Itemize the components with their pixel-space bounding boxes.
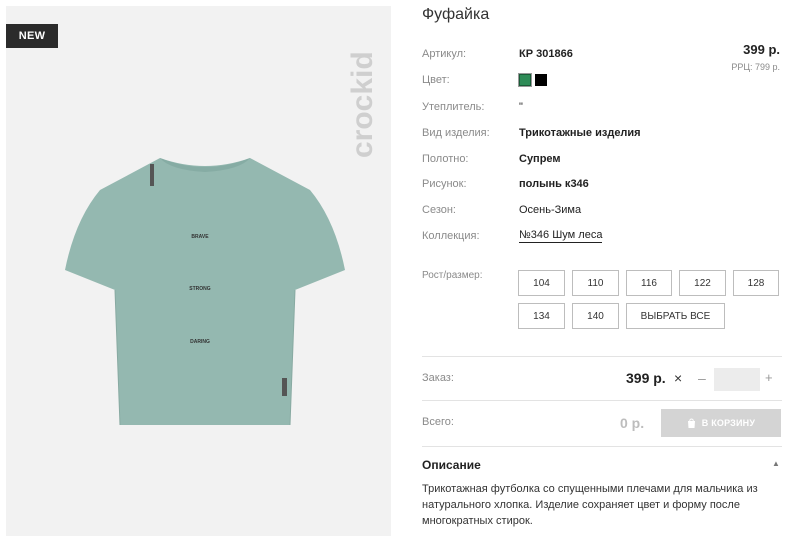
prop-label: Полотно: bbox=[422, 153, 469, 165]
new-badge: NEW bbox=[6, 24, 58, 48]
product-rrp: РРЦ: 799 р. bbox=[731, 62, 780, 72]
order-price: 399 р. bbox=[626, 370, 666, 386]
prop-label: Артикул: bbox=[422, 48, 467, 60]
quantity-decrease-button[interactable]: – bbox=[698, 370, 706, 386]
size-option-104[interactable]: 104 bbox=[518, 270, 565, 296]
add-to-cart-button[interactable]: В КОРЗИНУ bbox=[661, 409, 781, 437]
divider bbox=[422, 400, 782, 401]
prop-label: Цвет: bbox=[422, 74, 450, 86]
prop-type: Вид изделия: Трикотажные изделия bbox=[422, 124, 641, 142]
prop-color: Цвет: bbox=[422, 71, 551, 89]
prop-label: Коллекция: bbox=[422, 230, 480, 242]
description-title[interactable]: Описание bbox=[422, 458, 481, 472]
size-option-134[interactable]: 134 bbox=[518, 303, 565, 329]
prop-collection: Коллекция: №346 Шум леса bbox=[422, 227, 603, 245]
prop-pattern: Рисунок: полынь к346 bbox=[422, 175, 589, 193]
prop-value: полынь к346 bbox=[519, 178, 589, 190]
size-option-140[interactable]: 140 bbox=[572, 303, 619, 329]
divider bbox=[422, 446, 782, 447]
prop-label: Утеплитель: bbox=[422, 101, 485, 113]
product-title: Фуфайка bbox=[422, 6, 490, 23]
collection-link[interactable]: №346 Шум леса bbox=[519, 229, 603, 243]
size-option-116[interactable]: 116 bbox=[626, 270, 672, 296]
prop-insulation: Утеплитель: " bbox=[422, 98, 523, 116]
size-label: Рост/размер: bbox=[422, 270, 483, 281]
prop-value: Трикотажные изделия bbox=[519, 127, 641, 139]
brand-logo: crockid bbox=[346, 51, 379, 158]
quantity-input[interactable] bbox=[714, 368, 760, 391]
color-swatch-green[interactable] bbox=[518, 73, 532, 87]
brand-logo-text: crockid bbox=[346, 51, 379, 158]
prop-value: Супрем bbox=[519, 153, 561, 165]
size-option-128[interactable]: 128 bbox=[733, 270, 779, 296]
prop-label: Рисунок: bbox=[422, 178, 467, 190]
total-label: Всего: bbox=[422, 416, 454, 428]
prop-label: Вид изделия: bbox=[422, 127, 490, 139]
prop-fabric: Полотно: Супрем bbox=[422, 150, 561, 168]
prop-season: Сезон: Осень-Зима bbox=[422, 201, 581, 219]
collapse-arrow-icon[interactable]: ▲ bbox=[772, 459, 780, 468]
prop-value: " bbox=[519, 101, 523, 113]
prop-article: Артикул: КР 301866 bbox=[422, 45, 573, 63]
bag-icon bbox=[687, 418, 695, 428]
size-option-122[interactable]: 122 bbox=[679, 270, 726, 296]
total-value: 0 р. bbox=[620, 415, 645, 431]
select-all-sizes-button[interactable]: ВЫБРАТЬ ВСЕ bbox=[626, 303, 725, 329]
prop-label: Сезон: bbox=[422, 204, 456, 216]
times-icon: × bbox=[674, 370, 683, 386]
shirt-print-2: STRONG bbox=[189, 286, 211, 292]
order-label: Заказ: bbox=[422, 372, 454, 384]
shirt-print-1: BRAVE bbox=[191, 234, 209, 240]
prop-value: Осень-Зима bbox=[519, 204, 582, 216]
prop-value: КР 301866 bbox=[519, 48, 573, 60]
product-price: 399 р. bbox=[743, 42, 780, 57]
add-to-cart-label: В КОРЗИНУ bbox=[701, 418, 756, 428]
divider bbox=[422, 356, 782, 357]
size-option-110[interactable]: 110 bbox=[572, 270, 619, 296]
description-text: Трикотажная футболка со спущенными плеча… bbox=[422, 483, 758, 527]
shirt-print-3: DARING bbox=[190, 339, 210, 345]
t-shirt-image: BRAVE STRONG DARING bbox=[65, 158, 345, 426]
quantity-increase-button[interactable]: + bbox=[765, 370, 773, 385]
color-swatch-black[interactable] bbox=[535, 74, 547, 86]
